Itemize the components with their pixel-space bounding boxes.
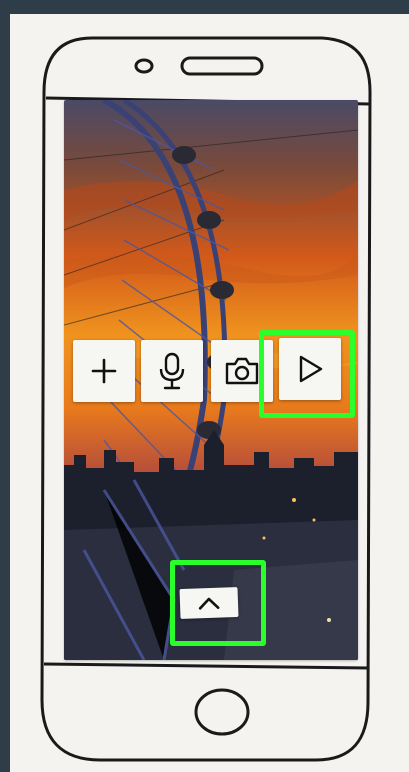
microphone-icon (159, 352, 185, 390)
camera-icon (225, 357, 259, 385)
voice-button[interactable] (141, 340, 203, 402)
expand-up-button-highlight (170, 560, 266, 646)
play-button-highlight (259, 330, 355, 418)
plus-icon (91, 358, 117, 384)
add-button[interactable] (73, 340, 135, 402)
